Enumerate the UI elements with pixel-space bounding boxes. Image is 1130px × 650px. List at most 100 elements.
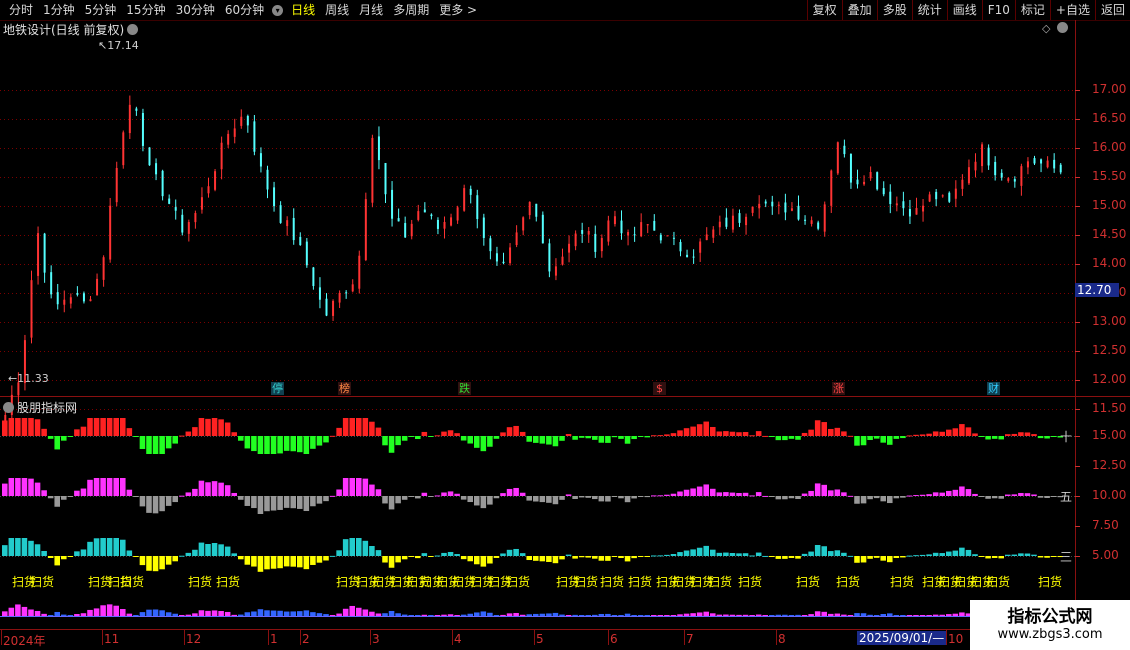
indicator-bar — [382, 496, 388, 504]
mini-bar — [762, 615, 768, 616]
indicator-bar — [441, 552, 447, 556]
candle-body — [56, 292, 59, 305]
candle-body — [495, 253, 498, 262]
indicator-bar — [434, 435, 441, 437]
event-marker-1[interactable]: 榜 — [338, 382, 351, 395]
indicator-bar — [592, 556, 598, 559]
candle-body — [430, 214, 433, 217]
indicator-bar — [506, 427, 513, 436]
candle-body — [450, 217, 453, 226]
indicator-bar — [408, 436, 414, 437]
indicator-bar — [900, 556, 906, 558]
mini-bar — [867, 614, 873, 616]
candle-body — [391, 189, 394, 219]
indicator-bar — [906, 495, 913, 497]
indicator-bar — [834, 427, 841, 436]
indicator-bar — [592, 436, 598, 440]
indicator-bar — [336, 489, 342, 496]
indicator-bar — [847, 435, 854, 437]
event-marker-3[interactable]: $ — [653, 382, 666, 395]
kline-chart[interactable] — [0, 0, 1130, 650]
indicator-bar — [1044, 496, 1050, 498]
indicator-bar — [349, 478, 355, 496]
time-axis-label: 2 — [302, 632, 310, 646]
signal-label: 扫货 — [188, 575, 213, 589]
options-dot-icon[interactable] — [1056, 22, 1068, 33]
mini-bar — [179, 615, 185, 616]
candle-body — [69, 297, 72, 304]
diamond-icon[interactable]: ◇ — [1042, 22, 1050, 35]
mini-bar — [257, 609, 264, 616]
indicator-bar — [755, 492, 762, 496]
candle-body — [456, 207, 459, 221]
indicator-bar — [605, 556, 611, 561]
indicator-bar — [100, 538, 106, 556]
stock-title[interactable]: 地铁设计(日线 前复权) — [3, 21, 139, 38]
indicator-bar — [493, 436, 500, 439]
candle-body — [358, 255, 361, 289]
indicator-bar — [165, 496, 172, 506]
indicator-bar — [985, 556, 991, 559]
candle-body — [1026, 161, 1029, 168]
event-marker-4[interactable]: 涨 — [832, 382, 845, 395]
indicator-bar — [690, 488, 696, 496]
indicator-bar — [244, 436, 251, 449]
indicator-title[interactable]: 股朋指标网 — [3, 399, 77, 416]
title-dropdown-icon[interactable] — [127, 24, 139, 35]
mini-bar — [192, 613, 198, 616]
signal-label: 扫货 — [836, 575, 861, 589]
candle-body — [266, 169, 269, 190]
indicator-bar — [349, 538, 355, 556]
indicator-bar — [664, 434, 670, 436]
indicator-bar — [847, 495, 854, 497]
mini-bar — [500, 614, 506, 616]
indicator-bar — [460, 436, 467, 441]
indicator-bar — [828, 551, 834, 556]
arrow-icon: ← — [8, 372, 18, 385]
indicator-bar — [519, 431, 526, 436]
indicator-bar — [1050, 556, 1057, 557]
indicator-bar — [500, 493, 506, 496]
indicator-bar — [932, 431, 939, 436]
indicator-bar — [762, 495, 768, 497]
candle-body — [200, 197, 203, 210]
mini-bar — [552, 612, 559, 616]
candle-body — [207, 186, 210, 194]
indicator-bar — [224, 422, 231, 436]
mini-bar — [165, 612, 172, 616]
indicator-bar — [801, 493, 808, 496]
mini-bar — [814, 611, 821, 616]
mini-bar — [133, 615, 139, 616]
time-axis-label: 12 — [186, 632, 202, 646]
chart-option-icons[interactable]: ◇ — [1042, 22, 1068, 35]
candle-body — [220, 142, 223, 170]
indicator-bar — [283, 436, 290, 451]
indicator-bar — [991, 496, 998, 499]
mini-bar — [251, 611, 257, 616]
indicator-bar — [959, 424, 965, 436]
candle-body — [436, 219, 439, 229]
indicator-bar — [867, 496, 873, 500]
mini-bar — [782, 614, 788, 616]
event-marker-5[interactable]: 财 — [987, 382, 1000, 395]
indicator-bar — [723, 552, 729, 556]
indicator-bar — [782, 496, 788, 500]
candle-body — [377, 136, 380, 161]
event-marker-0[interactable]: 停 — [271, 382, 284, 395]
indicator-dropdown-icon[interactable] — [3, 402, 14, 413]
indicator-bar — [133, 496, 139, 497]
indicator-bar — [205, 544, 211, 556]
indicator-bar — [401, 496, 408, 500]
candle-body — [155, 163, 158, 175]
indicator-bar — [703, 545, 709, 556]
time-axis-label: 3 — [372, 632, 380, 646]
indicator-bar — [1018, 553, 1024, 556]
candle-body — [718, 221, 721, 228]
event-marker-2[interactable]: 跌 — [458, 382, 471, 395]
candle-body — [915, 207, 918, 215]
indicator-bar — [670, 553, 677, 556]
indicator-bar — [513, 487, 519, 496]
indicator-bar — [690, 549, 696, 556]
indicator-bar — [87, 479, 93, 496]
indicator-bar — [932, 492, 939, 496]
